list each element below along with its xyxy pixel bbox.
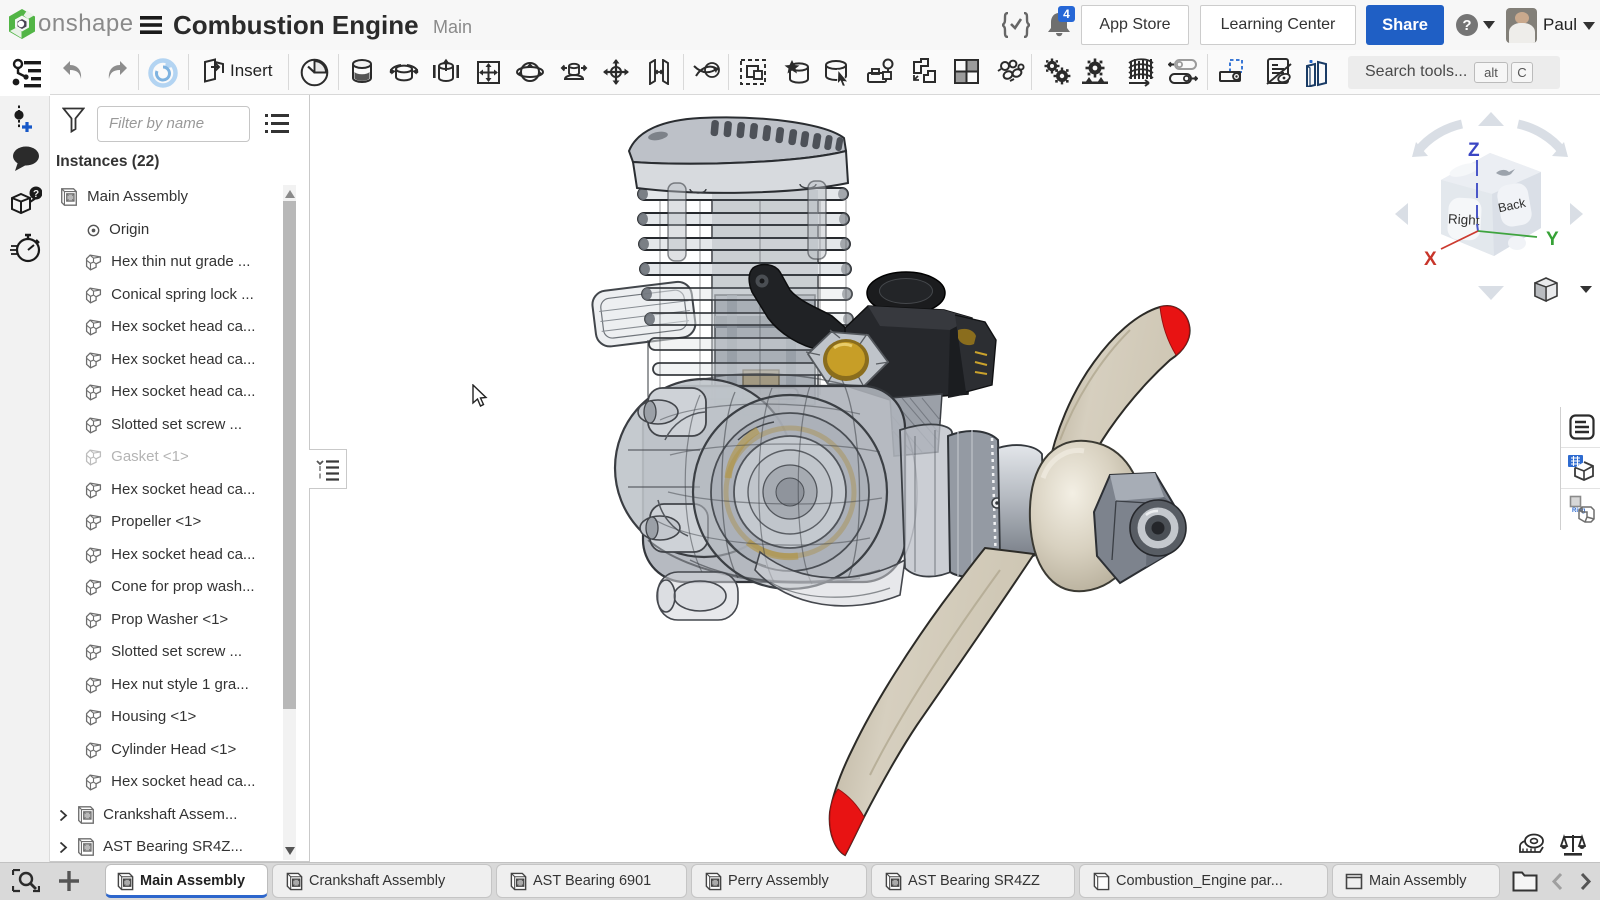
- svg-text:Z: Z: [1468, 140, 1480, 161]
- svg-text:Right: Right: [1448, 211, 1481, 228]
- svg-text:Y: Y: [1546, 229, 1559, 250]
- svg-text:?: ?: [33, 189, 39, 200]
- svg-text:X: X: [1424, 249, 1437, 270]
- svg-text:?: ?: [1462, 17, 1471, 34]
